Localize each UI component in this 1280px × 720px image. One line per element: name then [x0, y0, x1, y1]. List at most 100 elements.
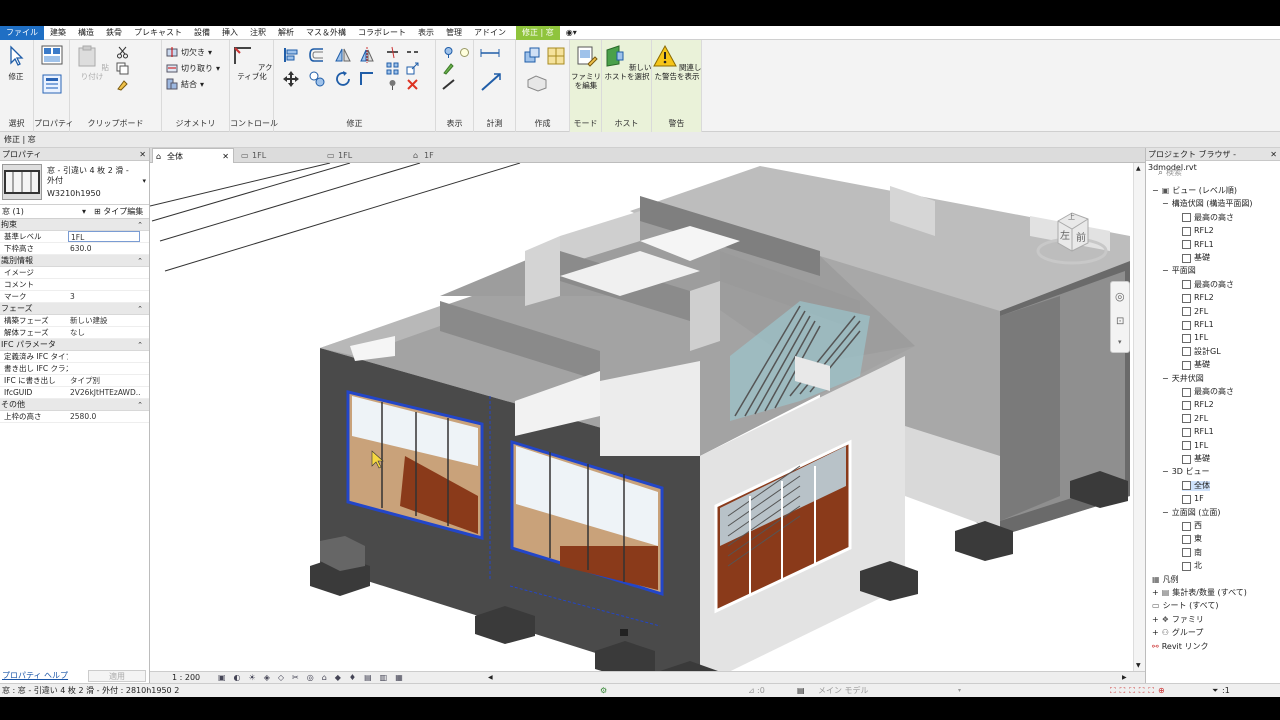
instance-dropdown-icon[interactable]: ▾	[82, 205, 86, 219]
browser-item[interactable]: − 天井伏図	[1162, 374, 1204, 384]
browser-item[interactable]: 2FL	[1182, 307, 1208, 317]
browser-item[interactable]: − 平面図	[1162, 266, 1196, 276]
move-icon[interactable]	[282, 70, 300, 88]
browser-item[interactable]: + ⚇ グループ	[1152, 628, 1203, 638]
browser-item[interactable]: RFL1	[1182, 427, 1214, 437]
collapse-icon[interactable]: ⌃	[137, 303, 143, 315]
collapse-icon[interactable]: ⌃	[137, 399, 143, 411]
collapse-icon[interactable]: −	[1162, 199, 1169, 209]
browser-item[interactable]: − 立面図 (立面)	[1162, 508, 1221, 518]
view-cube-top[interactable]: 上	[1068, 212, 1075, 222]
selection-filter-icons[interactable]: ⛶⛶⛶⛶⛶⊕	[1110, 684, 1169, 698]
browser-item[interactable]: 2FL	[1182, 414, 1208, 424]
property-value[interactable]: 新しい建設	[68, 315, 140, 326]
array-icon[interactable]	[386, 62, 399, 75]
property-group-header[interactable]: 識別情報 ⌃	[0, 255, 149, 267]
hide-in-view-icon[interactable]	[442, 46, 455, 59]
tab-view[interactable]: 表示	[412, 26, 440, 40]
tab-collaborate[interactable]: コラボレート	[352, 26, 412, 40]
worksets-icon[interactable]: ⚙	[600, 684, 607, 698]
rotate-icon[interactable]	[334, 70, 352, 88]
paste-button[interactable]: 貼り付け	[74, 44, 110, 81]
tab-1fl-a[interactable]: ▭ 1FL	[238, 148, 320, 163]
viewport-vertical-scrollbar[interactable]: ▲ ▼	[1133, 163, 1145, 671]
tab-insert[interactable]: 挿入	[216, 26, 244, 40]
property-group-header[interactable]: フェーズ ⌃	[0, 303, 149, 315]
instance-filter[interactable]: 窓 (1)	[2, 207, 24, 216]
scroll-up-icon[interactable]: ▲	[1136, 165, 1141, 172]
property-value[interactable]: 630.0	[68, 243, 140, 254]
ribbon-minimize-icon[interactable]: ◉▾	[560, 26, 583, 40]
browser-item[interactable]: 1FL	[1182, 333, 1208, 343]
tab-manage[interactable]: 管理	[440, 26, 468, 40]
property-group-header[interactable]: IFC パラメータ ⌃	[0, 339, 149, 351]
modify-button[interactable]: 修正	[2, 44, 30, 81]
property-value[interactable]: 2580.0	[68, 411, 140, 422]
delete-icon[interactable]	[406, 78, 419, 91]
tab-1f[interactable]: ⌂ 1F	[410, 148, 492, 163]
browser-item[interactable]: 東	[1182, 534, 1202, 544]
browser-item[interactable]: 北	[1182, 561, 1202, 571]
active-model[interactable]: メイン モデル	[818, 684, 869, 698]
pick-new-host-button[interactable]: 新しいホストを選択	[602, 44, 652, 81]
browser-item[interactable]: ⚯ Revit リンク	[1152, 642, 1208, 652]
expand-icon[interactable]: +	[1152, 588, 1159, 598]
browser-item[interactable]: 西	[1182, 521, 1202, 531]
cut-geometry-button[interactable]: 切欠き ▾	[166, 46, 212, 58]
browser-item[interactable]: 1FL	[1182, 441, 1208, 451]
match-type-icon[interactable]	[116, 78, 129, 91]
tab-massing[interactable]: マス＆外構	[300, 26, 352, 40]
browser-item[interactable]: 南	[1182, 548, 1202, 558]
model-dropdown-icon[interactable]: ▾	[958, 684, 961, 698]
view-cube[interactable]: 左 前 上	[1032, 199, 1112, 269]
property-value[interactable]: 3	[68, 291, 140, 302]
tab-annotate[interactable]: 注釈	[244, 26, 272, 40]
tab-structure[interactable]: 構造	[72, 26, 100, 40]
property-value[interactable]: 1FL	[68, 231, 140, 242]
browser-item[interactable]: 基礎	[1182, 454, 1210, 464]
tab-1fl-b[interactable]: ▭ 1FL	[324, 148, 406, 163]
measure-icon[interactable]	[480, 46, 500, 60]
edit-family-button[interactable]: ファミリを編集	[570, 44, 602, 90]
browser-item[interactable]: 設計GL	[1182, 347, 1221, 357]
panel-label-select[interactable]: 選択	[0, 118, 33, 129]
browser-item[interactable]: RFL2	[1182, 226, 1214, 236]
collapse-icon[interactable]: −	[1162, 467, 1169, 477]
browser-item[interactable]: RFL1	[1182, 320, 1214, 330]
cut-scissors-icon[interactable]	[116, 46, 129, 59]
browser-item[interactable]: 最高の高さ	[1182, 213, 1234, 223]
browser-item[interactable]: + ❖ ファミリ	[1152, 615, 1204, 625]
property-group-header[interactable]: その他 ⌃	[0, 399, 149, 411]
tab-analyze[interactable]: 解析	[272, 26, 300, 40]
copy-element-icon[interactable]	[308, 70, 326, 88]
scale-icon[interactable]	[406, 62, 419, 75]
properties-icon[interactable]	[42, 74, 62, 94]
browser-item[interactable]: 1F	[1182, 494, 1204, 504]
property-group-header[interactable]: 拘束 ⌃	[0, 219, 149, 231]
browser-item[interactable]: ▦ 凡例	[1152, 575, 1179, 585]
close-icon[interactable]: ✕	[1270, 148, 1277, 161]
trim-extend-corner-icon[interactable]	[358, 70, 376, 88]
tab-architecture[interactable]: 建築	[44, 26, 72, 40]
edit-type-button[interactable]: ⊞ タイプ編集	[94, 205, 143, 219]
offset-icon[interactable]	[308, 46, 326, 64]
browser-item[interactable]: + ▤ 集計表/数量 (すべて)	[1152, 588, 1247, 598]
browser-item[interactable]: −3D ビュー	[1162, 467, 1210, 477]
browser-item[interactable]: 最高の高さ	[1182, 280, 1234, 290]
view-cube-front[interactable]: 前	[1076, 229, 1086, 244]
collapse-icon[interactable]: ⌃	[137, 339, 143, 351]
split-element-icon[interactable]	[386, 46, 399, 59]
property-value[interactable]	[68, 279, 140, 290]
trim-geometry-button[interactable]: 切り取り ▾	[166, 62, 220, 74]
tab-steel[interactable]: 鉄骨	[100, 26, 128, 40]
property-value[interactable]	[68, 267, 140, 278]
collapse-icon[interactable]: −	[1162, 374, 1169, 384]
collapse-icon[interactable]: ⌃	[137, 255, 143, 267]
align-icon[interactable]	[282, 46, 300, 64]
zoom-icon[interactable]: ⊡	[1116, 316, 1124, 327]
override-graphics-icon[interactable]	[442, 62, 455, 75]
expand-icon[interactable]: +	[1152, 615, 1159, 625]
expand-icon[interactable]: +	[1152, 628, 1159, 638]
browser-item[interactable]: 最高の高さ	[1182, 387, 1234, 397]
browser-item[interactable]: − ▣ ビュー (レベル順)	[1152, 186, 1237, 196]
